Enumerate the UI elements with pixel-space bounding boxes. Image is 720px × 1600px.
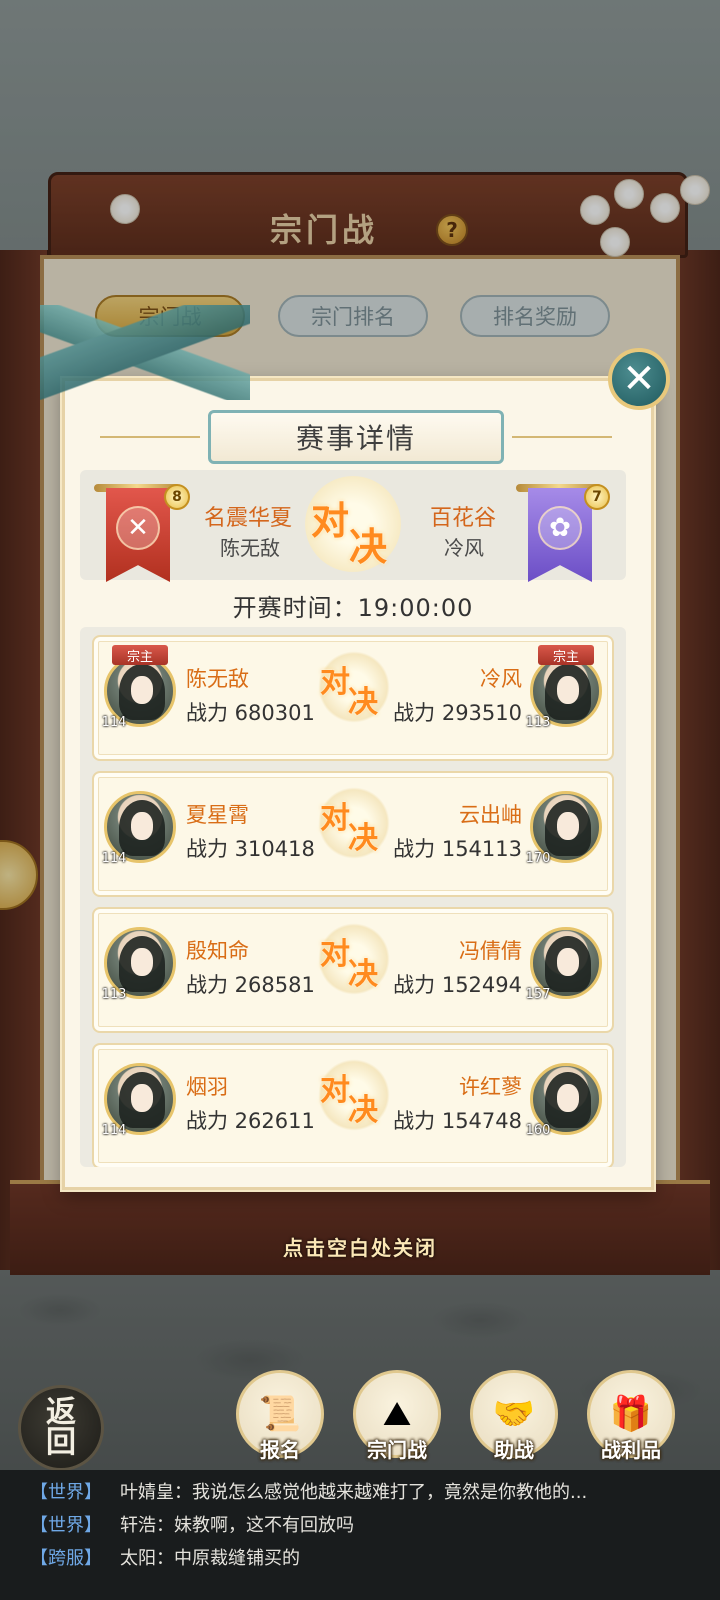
nav-sect-war-label: 宗门战 xyxy=(367,1438,427,1462)
right-player-name: 许红蓼 xyxy=(459,1075,522,1099)
match-row[interactable]: 113 殷知命 战力 268581 对 决 冯倩倩 战力 152494 157 xyxy=(92,907,614,1033)
right-sect-leader: 冷风 xyxy=(444,536,484,560)
back-label-2: 回 xyxy=(46,1425,76,1460)
right-sect-name: 百花谷 xyxy=(430,506,497,531)
left-player-level: 114 xyxy=(101,851,127,866)
chat-channel: 【世界】 xyxy=(30,1482,102,1503)
back-label-1: 返 xyxy=(46,1395,76,1430)
match-header: ✕ 8 名震华夏 陈无敌 对 决 百花谷 冷风 ✿ 7 xyxy=(80,470,626,582)
match-row[interactable]: 114 烟羽 战力 262611 对 决 许红蓼 战力 154748 160 xyxy=(92,1043,614,1167)
right-player-name: 冷风 xyxy=(480,667,522,691)
nav-assist-label: 助战 xyxy=(494,1438,534,1462)
left-player-power: 战力 680301 xyxy=(186,701,315,725)
vs-char-2: 决 xyxy=(348,821,378,856)
chat-text: 叶婧皇：我说怎么感觉他越来越难打了，竟然是你教他的... xyxy=(120,1482,588,1503)
chat-channel: 【世界】 xyxy=(30,1515,102,1536)
vs-char-2: 决 xyxy=(348,957,378,992)
right-player-power: 战力 154113 xyxy=(393,837,522,861)
vs-char-2: 决 xyxy=(348,685,378,720)
nav-signup-label: 报名 xyxy=(260,1438,300,1462)
title-divider-left xyxy=(100,436,200,438)
vs-char-1: 对 xyxy=(320,665,350,700)
left-sect-banner: ✕ xyxy=(106,488,170,582)
nav-assist-button[interactable]: 🤝 助战 xyxy=(464,1370,564,1470)
chat-message: 【世界】 轩浩：妹教啊，这不有回放吗 xyxy=(30,1511,710,1544)
sect-leader-tag: 宗主 xyxy=(112,645,168,665)
chat-panel[interactable]: 【世界】 叶婧皇：我说怎么感觉他越来越难打了，竟然是你教他的... 【世界】 轩浩：… xyxy=(0,1470,720,1600)
right-sect-banner: ✿ xyxy=(528,488,592,582)
modal-title: 赛事详情 xyxy=(208,410,504,464)
left-player-level: 114 xyxy=(101,1123,127,1138)
left-player-power: 战力 262611 xyxy=(186,1109,315,1133)
chat-text: 轩浩：妹教啊，这不有回放吗 xyxy=(120,1515,354,1536)
match-row[interactable]: 114 夏星霄 战力 310418 对 决 云出岫 战力 154113 170 xyxy=(92,771,614,897)
nav-loot-button[interactable]: 🎁 战利品 xyxy=(581,1370,681,1470)
nav-signup-button[interactable]: 📜 报名 xyxy=(230,1370,330,1470)
crossed-swords-icon: ✕ xyxy=(116,506,160,550)
match-list[interactable]: 宗主 114 陈无敌 战力 680301 对 决 冷风 战力 293510 宗主… xyxy=(80,627,626,1167)
vs-char-1: 对 xyxy=(320,801,350,836)
right-player-name: 冯倩倩 xyxy=(459,939,522,963)
left-player-level: 114 xyxy=(101,715,127,730)
vs-emblem: 对 决 xyxy=(318,923,390,995)
nav-sect-war-button[interactable]: ⛰ 宗门战 xyxy=(347,1370,447,1470)
back-button[interactable]: 返 回 xyxy=(18,1385,104,1471)
left-player-power: 战力 310418 xyxy=(186,837,315,861)
chat-message: 【跨服】 太阳：中原裁缝铺买的 xyxy=(30,1544,710,1577)
chat-text: 太阳：中原裁缝铺买的 xyxy=(120,1548,300,1569)
vs-char-1: 对 xyxy=(320,937,350,972)
left-player-power: 战力 268581 xyxy=(186,973,315,997)
vs-char-1: 对 xyxy=(311,498,350,543)
left-player-name: 陈无敌 xyxy=(186,667,249,691)
lotus-icon: ✿ xyxy=(538,506,582,550)
left-player-name: 殷知命 xyxy=(186,939,249,963)
match-row[interactable]: 宗主 114 陈无敌 战力 680301 对 决 冷风 战力 293510 宗主… xyxy=(92,635,614,761)
left-sect-name: 名震华夏 xyxy=(204,506,293,531)
right-player-power: 战力 293510 xyxy=(393,701,522,725)
right-player-level: 113 xyxy=(525,715,551,730)
left-player-name: 夏星霄 xyxy=(186,803,249,827)
right-player-level: 157 xyxy=(525,987,551,1002)
vs-emblem: 对 决 xyxy=(318,787,390,859)
chat-channel: 【跨服】 xyxy=(30,1548,102,1569)
right-player-name: 云出岫 xyxy=(459,803,522,827)
left-player-level: 113 xyxy=(101,987,127,1002)
title-divider-right xyxy=(512,436,612,438)
vs-emblem: 对 决 xyxy=(305,476,401,572)
start-time: 开赛时间：19:00:00 xyxy=(232,594,474,622)
sect-leader-tag: 宗主 xyxy=(538,645,594,665)
right-player-power: 战力 152494 xyxy=(393,973,522,997)
right-player-level: 160 xyxy=(525,1123,551,1138)
vs-char-1: 对 xyxy=(320,1073,350,1108)
left-sect-level: 8 xyxy=(164,484,190,510)
tap-to-close-hint: 点击空白处关闭 xyxy=(283,1236,437,1260)
right-player-level: 170 xyxy=(525,851,551,866)
right-sect-level: 7 xyxy=(584,484,610,510)
left-sect-leader: 陈无敌 xyxy=(220,536,280,560)
right-player-power: 战力 154748 xyxy=(393,1109,522,1133)
vs-emblem: 对 决 xyxy=(318,1059,390,1131)
chat-message: 【世界】 叶婧皇：我说怎么感觉他越来越难打了，竟然是你教他的... xyxy=(30,1478,710,1511)
nav-loot-label: 战利品 xyxy=(601,1438,661,1462)
vs-char-2: 决 xyxy=(348,1093,378,1128)
vs-char-2: 决 xyxy=(349,524,388,569)
mountain-decoration xyxy=(40,305,250,400)
vs-emblem: 对 决 xyxy=(318,651,390,723)
close-icon[interactable]: ✕ xyxy=(608,348,670,410)
left-player-name: 烟羽 xyxy=(186,1075,228,1099)
